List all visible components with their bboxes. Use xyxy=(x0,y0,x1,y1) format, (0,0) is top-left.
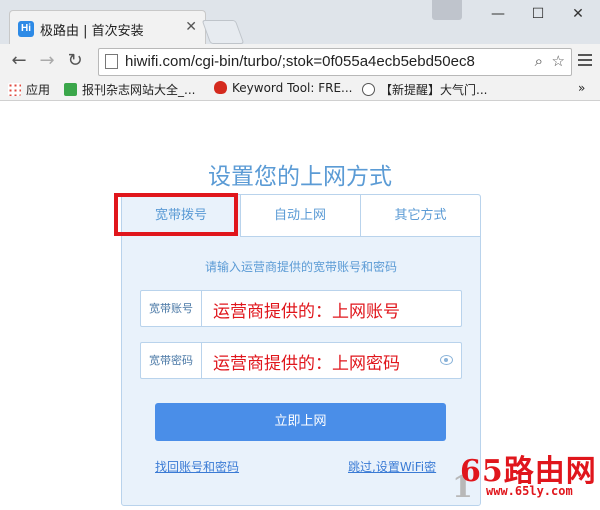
bookmark-label: 报刊杂志网站大全_... xyxy=(82,83,196,97)
zoom-search-icon[interactable]: ⌕ xyxy=(535,52,543,70)
connection-panel: 宽带拨号 自动上网 其它方式 请输入运营商提供的宽带账号和密码 宽带账号 运营商… xyxy=(121,194,481,506)
account-field[interactable]: 宽带账号 运营商提供的：上网账号 xyxy=(140,290,462,327)
page-icon xyxy=(105,54,118,69)
back-icon[interactable]: ← xyxy=(8,50,30,72)
minimize-icon[interactable]: — xyxy=(478,0,518,28)
tab-other[interactable]: 其它方式 xyxy=(361,195,480,236)
bookmarks-bar: 应用 报刊杂志网站大全_... Keyword Tool: FRE... 【新提… xyxy=(0,78,600,101)
bookmark-newspapers[interactable]: 报刊杂志网站大全_... xyxy=(64,81,195,98)
bookmark-forum[interactable]: 【新提醒】大气门... xyxy=(362,81,487,98)
watermark-url: www.65ly.com xyxy=(486,484,573,498)
hiwifi-favicon-icon: Hi xyxy=(18,21,34,37)
apps-icon xyxy=(8,83,21,96)
url-text[interactable]: hiwifi.com/cgi-bin/turbo/;stok=0f055a4ec… xyxy=(125,53,505,70)
skip-link[interactable]: 跳过,设置WiFi密 xyxy=(348,458,436,475)
tab-dhcp[interactable]: 自动上网 xyxy=(240,195,360,236)
close-window-icon[interactable]: ✕ xyxy=(558,0,598,28)
bookmark-label: 【新提醒】大气门... xyxy=(380,83,488,97)
bookmarks-overflow-icon[interactable]: » xyxy=(578,81,585,95)
account-label: 宽带账号 xyxy=(141,291,202,326)
bookmark-apps[interactable]: 应用 xyxy=(8,81,50,98)
address-bar[interactable]: hiwifi.com/cgi-bin/turbo/;stok=0f055a4ec… xyxy=(98,48,572,76)
account-value[interactable]: 运营商提供的：上网账号 xyxy=(213,297,400,322)
page-title: 设置您的上网方式 xyxy=(208,164,392,190)
bookmark-label: Keyword Tool: FRE... xyxy=(232,81,353,95)
connect-button[interactable]: 立即上网 xyxy=(155,403,446,441)
browser-tab[interactable]: Hi 极路由 | 首次安装 ✕ xyxy=(9,10,206,45)
browser-toolbar: ← → ↻ hiwifi.com/cgi-bin/turbo/;stok=0f0… xyxy=(0,44,600,78)
password-label: 宽带密码 xyxy=(141,343,202,378)
tab-close-icon[interactable]: ✕ xyxy=(185,19,197,35)
eye-icon[interactable] xyxy=(440,355,453,365)
instruction-text: 请输入运营商提供的宽带账号和密码 xyxy=(204,260,397,274)
tab-strip: Hi 极路由 | 首次安装 ✕ — ☐ ✕ xyxy=(0,0,600,45)
maximize-icon[interactable]: ☐ xyxy=(518,0,558,28)
password-field[interactable]: 宽带密码 运营商提供的：上网密码 xyxy=(140,342,462,379)
green-c-icon xyxy=(64,83,77,96)
bookmark-label: 应用 xyxy=(26,83,51,97)
highlight-box xyxy=(114,193,238,236)
reload-icon[interactable]: ↻ xyxy=(64,50,86,72)
forward-icon[interactable]: → xyxy=(36,50,58,72)
bookmark-star-icon[interactable]: ☆ xyxy=(552,52,565,70)
password-value[interactable]: 运营商提供的：上网密码 xyxy=(213,349,400,374)
bookmark-keyword-tool[interactable]: Keyword Tool: FRE... xyxy=(214,81,353,95)
chrome-menu-icon[interactable] xyxy=(578,54,592,69)
new-tab-button[interactable] xyxy=(201,20,245,44)
profile-icon[interactable] xyxy=(432,0,462,20)
recover-account-link[interactable]: 找回账号和密码 xyxy=(155,458,239,475)
red-flame-icon xyxy=(214,81,227,94)
wordpress-icon xyxy=(362,83,375,96)
tab-title: 极路由 | 首次安装 xyxy=(40,24,144,39)
